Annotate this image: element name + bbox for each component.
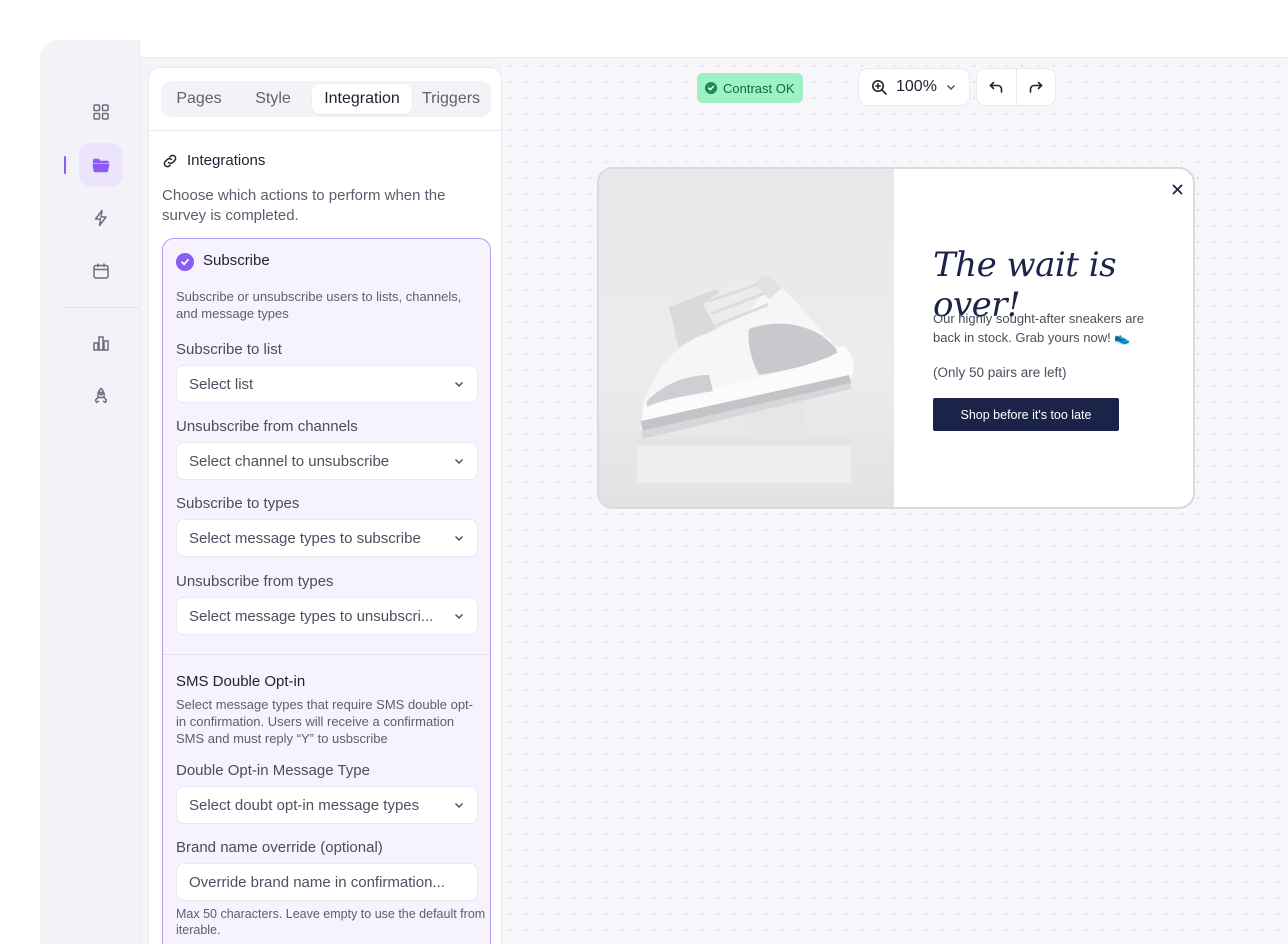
sidebar-item-dashboard[interactable] <box>79 90 123 134</box>
chevron-down-icon <box>454 613 464 620</box>
subscribe-list-label: Subscribe to list <box>176 341 282 358</box>
popup-cta-button[interactable]: Shop before it's too late <box>933 398 1119 431</box>
double-optin-type-label: Double Opt-in Message Type <box>176 762 370 779</box>
check-circle-icon <box>705 82 717 94</box>
brand-name-label: Brand name override (optional) <box>176 839 383 856</box>
bar-chart-icon <box>93 336 109 351</box>
contrast-label: Contrast OK <box>723 80 795 96</box>
card-divider <box>163 654 490 655</box>
sidebar-item-projects[interactable] <box>79 143 123 187</box>
popup-preview[interactable]: The wait is over! Our highly sought-afte… <box>597 167 1195 509</box>
zoom-value: 100% <box>896 78 937 95</box>
select-placeholder: Select channel to unsubscribe <box>189 452 390 470</box>
contrast-badge: Contrast OK <box>697 73 803 103</box>
redo-button[interactable] <box>1015 69 1055 105</box>
unsubscribe-channels-label: Unsubscribe from channels <box>176 418 358 435</box>
sms-title: SMS Double Opt-in <box>176 673 306 690</box>
brand-name-input[interactable]: Override brand name in confirmation... <box>176 863 478 901</box>
subscribe-types-label: Subscribe to types <box>176 495 300 512</box>
undo-button[interactable] <box>977 69 1016 105</box>
sidebar-item-automations[interactable] <box>79 196 123 240</box>
chevron-down-icon <box>454 458 464 465</box>
unsubscribe-types-select[interactable]: Select message types to unsubscri... <box>176 597 478 635</box>
chevron-down-icon <box>454 535 464 542</box>
sms-description: Select message types that require SMS do… <box>176 697 473 746</box>
sneaker-illustration <box>637 276 854 483</box>
zoom-control[interactable]: 100% <box>858 68 970 106</box>
top-bar <box>140 40 1288 58</box>
check-icon <box>181 258 189 266</box>
subscribe-checkbox[interactable] <box>176 253 194 271</box>
select-placeholder: Select list <box>189 375 254 393</box>
brand-name-hint: Max 50 characters. Leave empty to use th… <box>176 907 486 937</box>
undo-icon <box>990 81 1003 93</box>
integrations-title: Integrations <box>187 152 266 169</box>
select-placeholder: Select doubt opt-in message types <box>189 796 420 814</box>
input-placeholder: Override brand name in confirmation... <box>189 873 445 891</box>
grid-icon <box>93 104 109 120</box>
folder-icon <box>92 158 110 173</box>
sneaker-image <box>599 169 894 507</box>
tab-triggers[interactable]: Triggers <box>415 84 487 114</box>
settings-panel: Pages Style Integration Triggers Integra… <box>148 67 502 944</box>
calendar-icon <box>93 263 109 279</box>
popup-note: (Only 50 pairs are left) <box>933 365 1067 380</box>
subscribe-types-select[interactable]: Select message types to subscribe <box>176 519 478 557</box>
zoom-in-icon <box>872 79 887 95</box>
history-controls <box>976 68 1056 106</box>
sidebar-item-launch[interactable] <box>79 374 123 418</box>
active-indicator <box>64 156 66 174</box>
rail-divider <box>64 307 139 308</box>
double-optin-type-select[interactable]: Select doubt opt-in message types <box>176 786 478 824</box>
tab-pages[interactable]: Pages <box>165 84 233 114</box>
unsubscribe-channels-select[interactable]: Select channel to unsubscribe <box>176 442 478 480</box>
popup-body: Our highly sought-after sneakers are bac… <box>933 311 1144 345</box>
rocket-icon <box>94 387 108 404</box>
integrations-description: Choose which actions to perform when the… <box>162 187 446 224</box>
tab-bar: Pages Style Integration Triggers <box>161 81 491 117</box>
subscribe-list-select[interactable]: Select list <box>176 365 478 403</box>
sidebar-item-analytics[interactable] <box>79 321 123 365</box>
sidebar-rail <box>64 40 140 944</box>
redo-icon <box>1029 81 1043 93</box>
unsubscribe-types-label: Unsubscribe from types <box>176 573 334 590</box>
chevron-down-icon <box>454 381 464 388</box>
lightning-icon <box>94 209 107 227</box>
chevron-down-icon <box>946 84 955 91</box>
subscribe-description: Subscribe or unsubscribe users to lists,… <box>176 289 462 321</box>
chevron-down-icon <box>454 802 464 809</box>
subscribe-card: Subscribe Subscribe or unsubscribe users… <box>162 238 491 944</box>
tab-style[interactable]: Style <box>237 84 309 114</box>
select-placeholder: Select message types to subscribe <box>189 529 421 547</box>
sidebar-item-calendar[interactable] <box>79 249 123 293</box>
select-placeholder: Select message types to unsubscri... <box>189 607 434 625</box>
tab-integration[interactable]: Integration <box>312 84 412 114</box>
integrations-header: Integrations <box>162 152 265 169</box>
link-icon <box>163 154 177 167</box>
panel-divider <box>149 130 501 131</box>
subscribe-title: Subscribe <box>203 252 270 269</box>
close-icon[interactable] <box>1169 181 1185 197</box>
